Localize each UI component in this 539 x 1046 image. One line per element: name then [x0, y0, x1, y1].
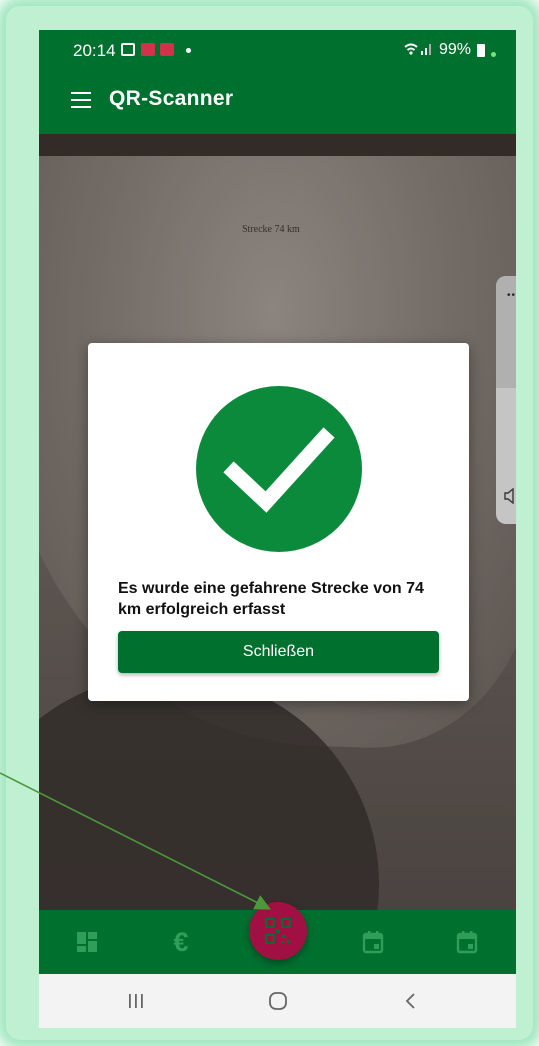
calendar-icon[interactable] [357, 926, 389, 958]
dashboard-icon[interactable] [71, 926, 103, 958]
status-time: 20:14 [73, 41, 116, 60]
app-notification-icon [141, 43, 155, 56]
bottom-navigation: € [39, 902, 516, 974]
hamburger-menu-icon[interactable] [71, 92, 91, 108]
calendar-icon[interactable] [451, 926, 483, 958]
close-button[interactable]: Schließen [118, 631, 439, 673]
status-bar: 20:14 99% [39, 30, 516, 70]
success-dialog: Es wurde eine gefahrene Strecke von 74 k… [88, 343, 469, 701]
charging-dot-icon [491, 51, 496, 57]
recent-apps-icon[interactable] [121, 988, 151, 1014]
check-circle-icon [196, 386, 362, 552]
app-bar: QR-Scanner [39, 70, 516, 134]
status-right: 99% [403, 41, 496, 59]
success-message: Es wurde eine gefahrene Strecke von 74 k… [118, 580, 424, 618]
back-icon[interactable] [396, 988, 426, 1014]
home-icon[interactable] [263, 988, 293, 1014]
gallery-notification-icon [121, 43, 135, 56]
battery-icon [477, 43, 485, 57]
wifi-signal-icon [403, 42, 433, 59]
battery-percent: 99% [438, 41, 471, 58]
phone-screen: 20:14 99% QR-Scanner Strecke 74 km •• Es… [39, 30, 516, 1028]
qr-scanner-icon [265, 918, 291, 944]
app-notification-icon [160, 43, 174, 56]
app-title: QR-Scanner [109, 87, 234, 110]
qr-scanner-button[interactable] [249, 902, 307, 960]
system-navigation-bar [39, 974, 516, 1028]
euro-icon[interactable]: € [165, 926, 197, 958]
more-notifications-icon [186, 48, 191, 53]
